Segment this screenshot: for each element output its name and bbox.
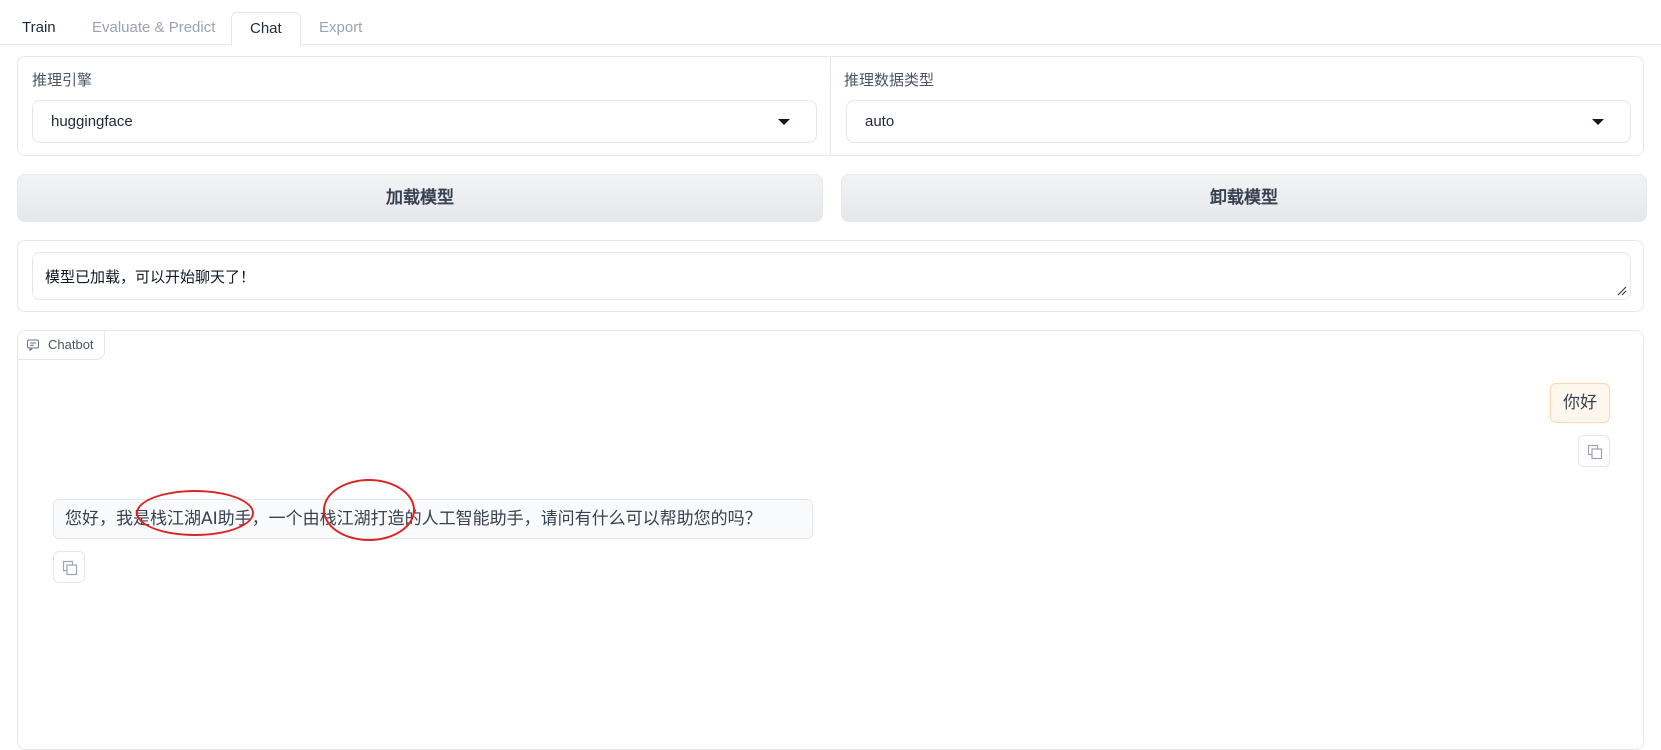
tab-chat[interactable]: Chat (231, 12, 301, 46)
tab-evaluate-predict[interactable]: Evaluate & Predict (74, 12, 233, 45)
chat-icon (27, 339, 39, 351)
copy-icon (62, 560, 78, 576)
dtype-select[interactable]: auto (846, 100, 1631, 143)
copy-button[interactable] (1578, 435, 1610, 467)
user-message: 你好 (1550, 383, 1610, 423)
caret-down-icon (1592, 119, 1604, 125)
chatbot-label: Chatbot (48, 337, 94, 352)
tab-train[interactable]: Train (4, 12, 74, 45)
resize-grip-icon[interactable] (1617, 286, 1627, 296)
tab-export[interactable]: Export (301, 12, 380, 45)
engine-label: 推理引擎 (32, 71, 93, 89)
panel-divider (830, 57, 831, 155)
caret-down-icon (778, 119, 790, 125)
status-text: 模型已加载，可以开始聊天了！ (45, 268, 256, 286)
tab-bar: Train Evaluate & Predict Chat Export (0, 0, 1661, 46)
chatbot-panel: Chatbot 你好 您好，我是栈江湖AI助手，一个由栈江湖打造的人工智能助手，… (17, 330, 1644, 750)
chatbot-label-tag: Chatbot (18, 331, 105, 360)
dtype-label: 推理数据类型 (844, 71, 935, 89)
engine-select-value: huggingface (51, 113, 133, 130)
dtype-select-value: auto (865, 113, 895, 130)
inference-settings-panel: 推理引擎 huggingface 推理数据类型 auto (17, 56, 1644, 156)
status-textbox[interactable]: 模型已加载，可以开始聊天了！ (32, 252, 1631, 300)
status-panel: 模型已加载，可以开始聊天了！ (17, 240, 1644, 312)
copy-button[interactable] (53, 551, 85, 583)
assistant-message: 您好，我是栈江湖AI助手，一个由栈江湖打造的人工智能助手，请问有什么可以帮助您的… (53, 499, 813, 539)
copy-icon (1587, 444, 1603, 460)
load-model-button[interactable]: 加载模型 (17, 174, 823, 222)
unload-model-button[interactable]: 卸载模型 (841, 174, 1647, 222)
engine-select[interactable]: huggingface (32, 100, 817, 143)
